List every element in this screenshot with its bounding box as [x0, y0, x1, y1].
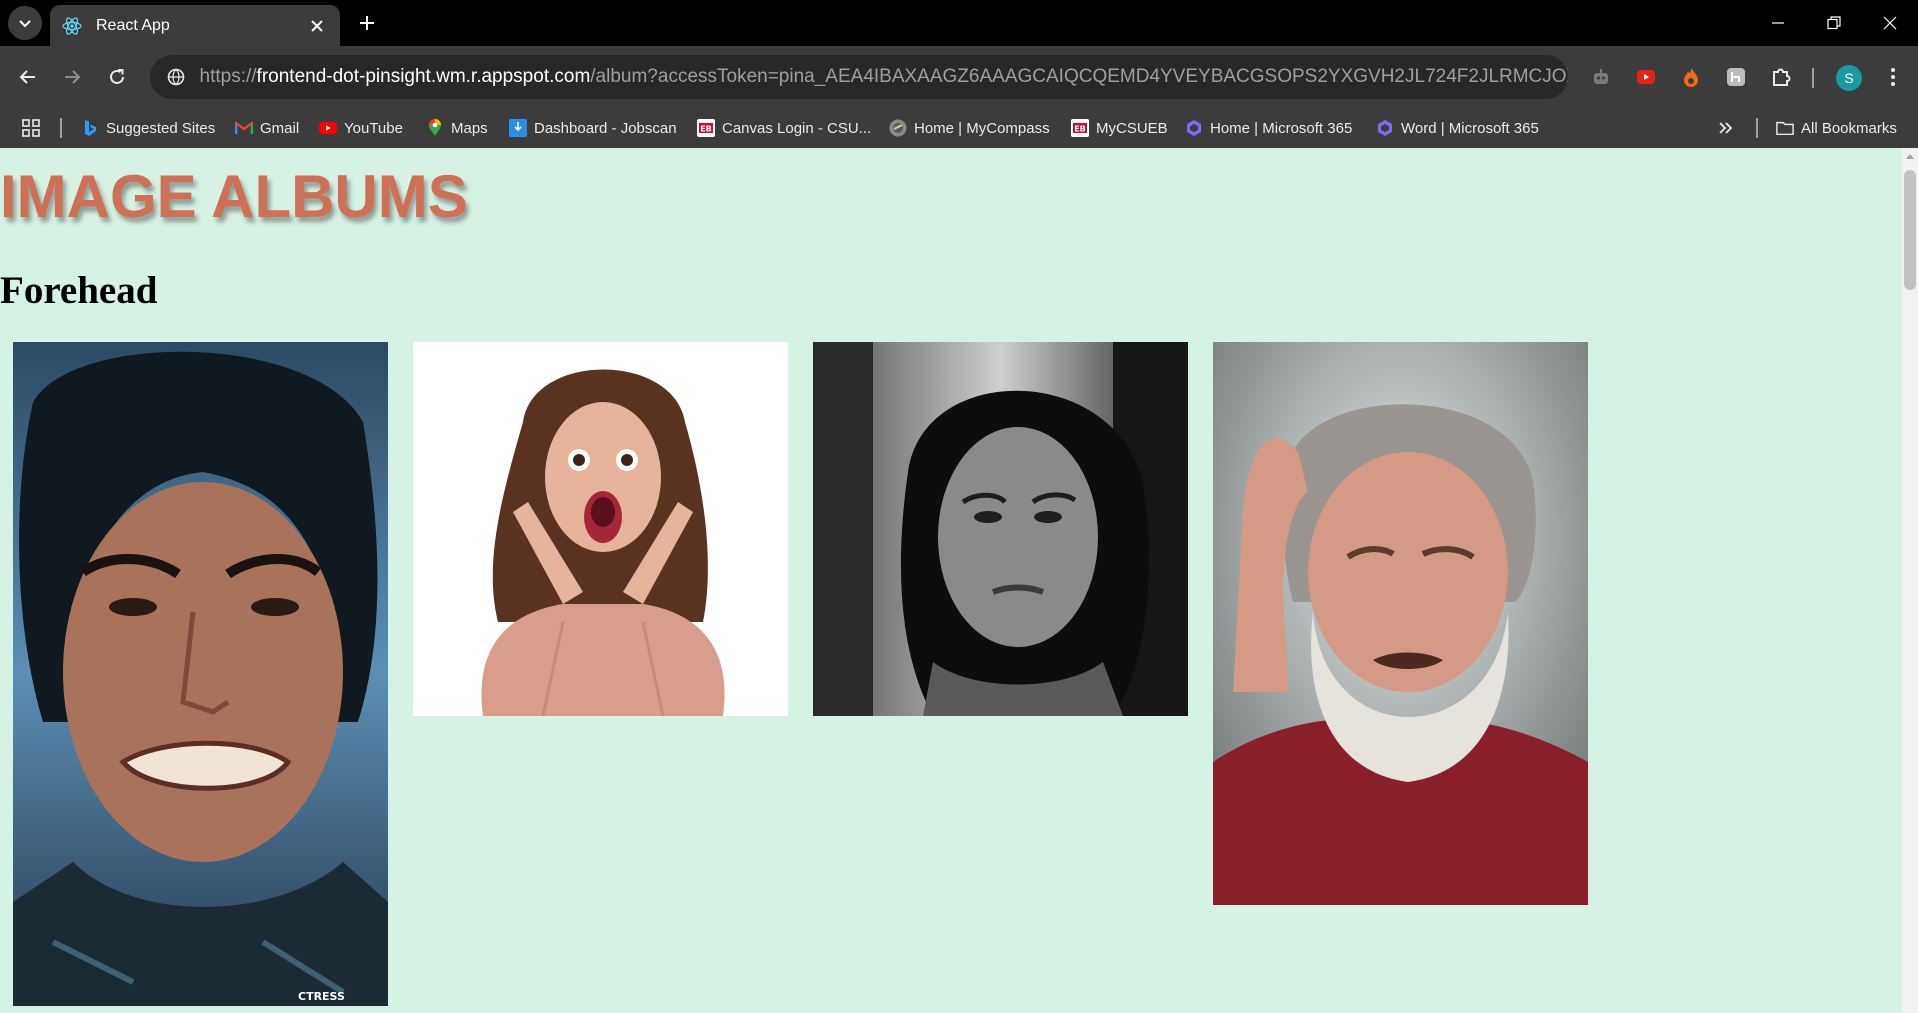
page-title: IMAGE ALBUMS — [0, 163, 468, 230]
reload-button[interactable] — [101, 61, 133, 93]
bookmark-canvas-login[interactable]: EB Canvas Login - CSU... — [697, 117, 871, 139]
bookmark-label: Dashboard - Jobscan — [534, 119, 677, 137]
scroll-up-arrow-icon[interactable] — [1902, 148, 1918, 164]
bookmark-home-microsoft-365[interactable]: Home | Microsoft 365 — [1185, 117, 1352, 139]
album-name: Forehead — [0, 269, 158, 312]
robot-extension-icon[interactable] — [1587, 63, 1615, 91]
forward-button[interactable] — [56, 61, 88, 93]
restore-button[interactable] — [1806, 0, 1862, 46]
profile-avatar[interactable]: S — [1836, 65, 1862, 91]
all-bookmarks-button[interactable]: All Bookmarks — [1776, 117, 1897, 139]
minimize-button[interactable] — [1750, 0, 1806, 46]
bookmarks-bar: Suggested Sites Gmail YouTube Maps Dashb… — [0, 108, 1918, 148]
folder-icon — [1776, 119, 1794, 137]
plus-icon — [360, 16, 374, 30]
arrow-left-icon — [19, 70, 35, 84]
scrollbar-thumb[interactable] — [1904, 170, 1916, 290]
bookmark-mycsueb[interactable]: EB MyCSUEB — [1071, 117, 1168, 139]
site-info-icon[interactable] — [166, 66, 186, 88]
apps-grid-icon — [22, 119, 40, 137]
bing-icon — [81, 119, 99, 137]
bookmark-label: Suggested Sites — [106, 119, 216, 137]
photo-woman-surprised[interactable] — [413, 342, 788, 716]
back-button[interactable] — [12, 61, 44, 93]
video-extension-icon[interactable] — [1632, 63, 1660, 91]
tab-strip: React App — [0, 0, 1918, 46]
photo-man-bearded-wince[interactable] — [1213, 342, 1588, 905]
react-icon — [62, 16, 82, 36]
photo-watermark: CTRESS — [298, 990, 345, 1003]
browser-toolbar: https://frontend-dot-pinsight.wm.r.appsp… — [0, 46, 1918, 108]
address-bar[interactable]: https://frontend-dot-pinsight.wm.r.appsp… — [150, 55, 1568, 99]
svg-text:EB: EB — [700, 125, 712, 134]
bookmark-label: Word | Microsoft 365 — [1401, 119, 1539, 137]
kebab-menu-icon[interactable] — [1879, 63, 1907, 91]
url-prefix: https:// — [199, 66, 257, 87]
bookmark-suggested-sites[interactable]: Suggested Sites — [81, 117, 215, 139]
bookmark-label: YouTube — [344, 119, 403, 137]
bookmarks-divider — [1756, 118, 1758, 138]
bookmarks-divider — [60, 118, 62, 138]
m365-icon — [1376, 119, 1394, 137]
bookmark-gmail[interactable]: Gmail — [235, 117, 299, 139]
new-tab-button[interactable] — [352, 8, 382, 38]
restore-icon — [1827, 16, 1841, 30]
bookmark-jobscan[interactable]: Dashboard - Jobscan — [509, 117, 677, 139]
reload-icon — [110, 69, 124, 84]
youtube-icon — [319, 119, 337, 137]
page-viewport: IMAGE ALBUMS Forehead CTRESS — [0, 148, 1902, 1013]
page-scrollbar[interactable] — [1902, 148, 1918, 1013]
close-icon[interactable] — [306, 15, 328, 37]
photo-woman-bw-portrait[interactable] — [813, 342, 1188, 716]
tab-search-button[interactable] — [8, 6, 42, 40]
bookmark-label: Gmail — [260, 119, 300, 137]
bookmark-mycompass[interactable]: Home | MyCompass — [889, 117, 1050, 139]
apps-grid-button[interactable] — [22, 117, 40, 139]
minimize-icon — [1772, 22, 1784, 24]
bookmark-label: Maps — [451, 119, 488, 137]
bookmark-label: Canvas Login - CSU... — [722, 119, 872, 137]
hoarder-extension-icon[interactable] — [1722, 63, 1750, 91]
url-text: https://frontend-dot-pinsight.wm.r.appsp… — [200, 66, 1568, 88]
close-window-button[interactable] — [1862, 0, 1918, 46]
tab-title: React App — [96, 16, 170, 34]
close-icon — [1883, 16, 1897, 30]
extensions-puzzle-icon[interactable] — [1767, 63, 1795, 91]
bookmark-word-microsoft-365[interactable]: Word | Microsoft 365 — [1376, 117, 1539, 139]
maps-icon — [426, 119, 444, 137]
bookmark-maps[interactable]: Maps — [426, 117, 488, 139]
arrow-right-icon — [65, 70, 81, 84]
bookmark-label: MyCSUEB — [1096, 119, 1168, 137]
flame-extension-icon[interactable] — [1677, 63, 1705, 91]
chevron-double-right-icon — [1719, 122, 1733, 134]
url-domain: frontend-dot-pinsight.wm.r.appspot.com — [256, 66, 591, 87]
toolbar-divider — [1812, 68, 1814, 88]
gmail-icon — [235, 119, 253, 137]
bookmark-label: Home | MyCompass — [914, 119, 1050, 137]
bookmark-label: Home | Microsoft 365 — [1210, 119, 1353, 137]
eb-icon: EB — [1071, 119, 1089, 137]
jobscan-icon — [509, 119, 527, 137]
svg-text:EB: EB — [1074, 125, 1086, 134]
chevron-down-icon — [19, 20, 31, 28]
tab-react-app[interactable]: React App — [50, 5, 340, 46]
all-bookmarks-label: All Bookmarks — [1801, 119, 1897, 137]
bookmarks-overflow-button[interactable] — [1718, 117, 1734, 139]
m365-icon — [1185, 119, 1203, 137]
bookmark-youtube[interactable]: YouTube — [319, 117, 403, 139]
url-path: /album?accessToken=pina_AEA4IBAXAAGZ6AAA… — [590, 66, 1568, 87]
photo-woman-grimace[interactable]: CTRESS — [13, 342, 388, 1006]
eb-icon: EB — [697, 119, 715, 137]
mycompass-icon — [889, 119, 907, 137]
